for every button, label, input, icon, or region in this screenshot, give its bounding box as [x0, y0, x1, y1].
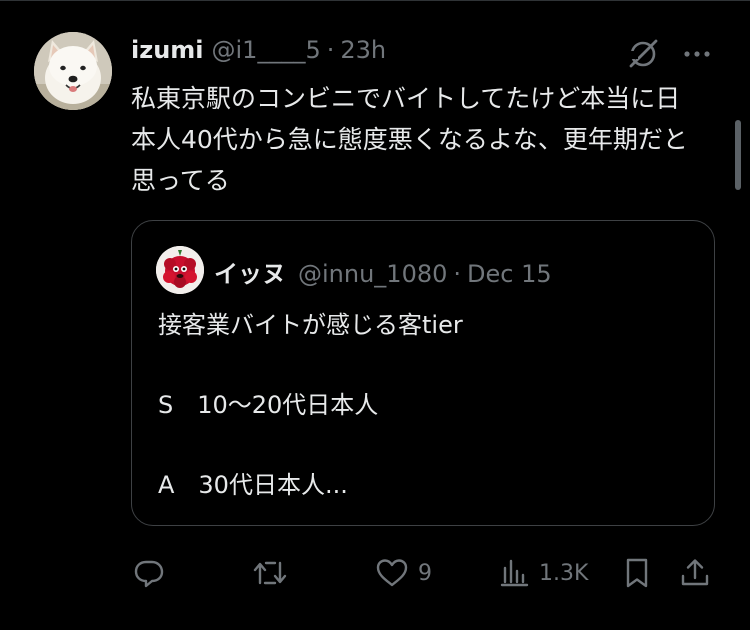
share-button[interactable] [678, 548, 712, 598]
reply-button[interactable] [132, 548, 174, 598]
post-time[interactable]: 23h [340, 36, 386, 64]
more-icon[interactable] [680, 44, 714, 64]
post-text: 私東京駅のコンビニでバイトしてたけど本当に日本人40代から急に態度悪くなるよな、… [131, 84, 688, 195]
like-button[interactable]: 9 [374, 548, 432, 598]
quoted-text-line: S 10〜20代日本人 [158, 391, 379, 419]
repost-icon [251, 556, 289, 590]
heart-icon [374, 556, 410, 590]
reply-icon [132, 556, 166, 590]
author-handle[interactable]: @i1____5 [212, 36, 321, 64]
quoted-post-text: 接客業バイトが感じる客tier S 10〜20代日本人 A 30代日本人... [158, 305, 688, 505]
post-header: izumi @i1____5 · 23h [131, 36, 386, 68]
bookmark-button[interactable] [620, 548, 654, 598]
quoted-text-line: A 30代日本人... [158, 471, 348, 499]
quoted-author-name[interactable]: イッヌ [214, 254, 286, 289]
bookmark-icon [620, 556, 654, 590]
views-count: 1.3K [539, 560, 589, 586]
action-bar: 9 1.3K [0, 548, 750, 598]
repost-button[interactable] [251, 548, 297, 598]
quoted-author-avatar[interactable] [156, 246, 204, 294]
quoted-post-header: イッヌ @innu_1080 · Dec 15 [214, 254, 552, 289]
views-icon [497, 556, 531, 590]
author-avatar[interactable] [34, 32, 112, 110]
quoted-text-gap [158, 345, 688, 385]
views-button[interactable]: 1.3K [497, 548, 588, 598]
quoted-author-handle[interactable]: @innu_1080 [298, 260, 447, 288]
share-icon [678, 556, 712, 590]
top-divider [0, 0, 750, 1]
quoted-post-card[interactable]: イッヌ @innu_1080 · Dec 15 接客業バイトが感じる客tier … [131, 220, 715, 526]
like-count: 9 [418, 560, 432, 586]
quoted-header-separator: · [453, 260, 462, 288]
quoted-text-line: 接客業バイトが感じる客tier [158, 311, 463, 339]
header-separator: · [326, 36, 335, 64]
grok-icon[interactable] [626, 37, 660, 71]
author-name[interactable]: izumi [131, 36, 204, 64]
scrollbar[interactable] [735, 120, 741, 190]
quoted-text-gap [158, 425, 688, 465]
tweet-screen: izumi @i1____5 · 23h 私東京駅のコンビニでバイトしてたけど本… [0, 0, 750, 630]
quoted-post-date[interactable]: Dec 15 [467, 260, 552, 288]
